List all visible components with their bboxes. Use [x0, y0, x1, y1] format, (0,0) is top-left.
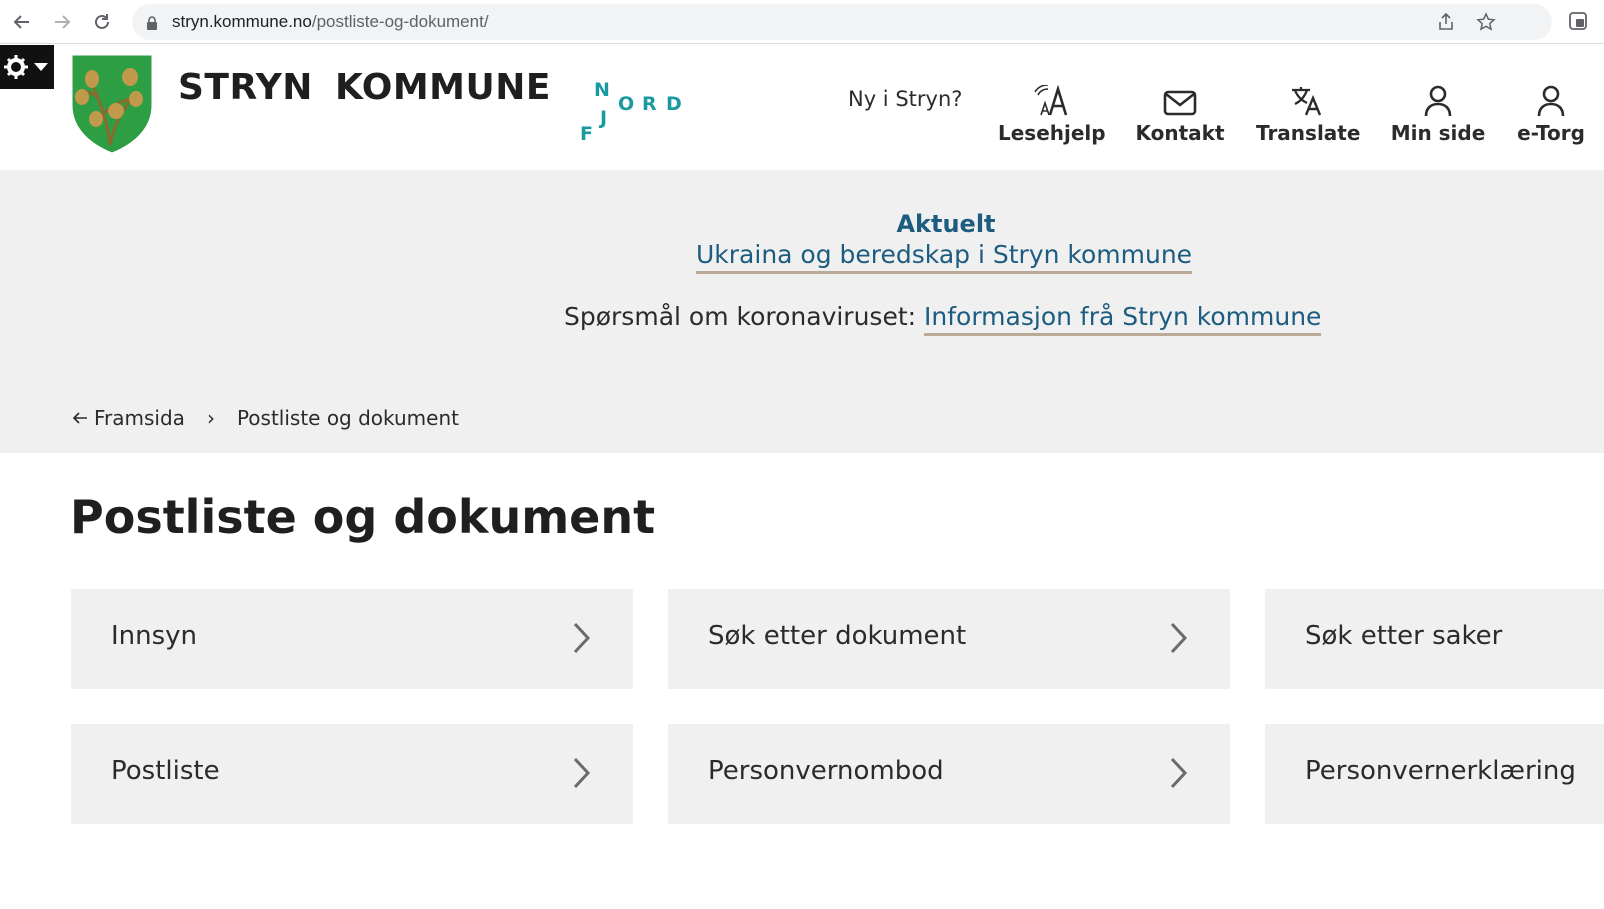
address-bar[interactable]: stryn.kommune.no/postliste-og-dokument/ [132, 4, 1552, 40]
nordfjord-letter-f: F [580, 123, 593, 145]
news-banner: Aktuelt Ukraina og beredskap i Stryn kom… [0, 170, 1604, 453]
corona-text: Spørsmål om koronaviruset: [564, 302, 925, 331]
lock-icon [146, 15, 158, 34]
nordfjord-letter-n: N [594, 79, 610, 101]
browser-toolbar: stryn.kommune.no/postliste-og-dokument/ [0, 0, 1604, 44]
site-header: STRYN KOMMUNE N O R D J F Ny i Stryn? Les… [0, 45, 1604, 170]
translate-icon [1256, 81, 1358, 117]
share-icon[interactable] [1435, 11, 1457, 33]
arrow-left-icon [72, 412, 87, 424]
breadcrumb: Framsida › Postliste og dokument [72, 406, 459, 430]
nordfjord-logo[interactable]: N O R D J F [572, 79, 682, 149]
url-text: stryn.kommune.no/postliste-og-dokument/ [172, 12, 489, 31]
card-label: Søk etter dokument [708, 621, 967, 651]
nordfjord-letter-o: O [618, 93, 635, 115]
user-icon [1390, 81, 1486, 117]
corona-info-link[interactable]: Informasjon frå Stryn kommune [924, 302, 1322, 336]
card-postliste[interactable]: Postliste [71, 724, 633, 824]
chevron-right-icon [1170, 757, 1188, 789]
forward-icon[interactable] [48, 8, 76, 36]
breadcrumb-home-link[interactable]: Framsida [94, 406, 185, 430]
card-label: Personvernerklæring [1305, 756, 1576, 786]
min-side-label: Min side [1390, 121, 1486, 145]
site-title[interactable]: STRYN KOMMUNE [178, 67, 551, 108]
translate-label: Translate [1256, 121, 1361, 145]
card-sok-etter-dokument[interactable]: Søk etter dokument [668, 589, 1230, 689]
gear-icon [4, 55, 48, 79]
card-label: Personvernombod [708, 756, 944, 786]
card-personvernombod[interactable]: Personvernombod [668, 724, 1230, 824]
extension-icon[interactable] [1568, 10, 1590, 32]
nordfjord-letter-r: R [642, 93, 657, 115]
chevron-right-icon [1170, 622, 1188, 654]
reload-icon[interactable] [88, 8, 116, 36]
breadcrumb-current: Postliste og dokument [236, 406, 459, 430]
kontakt-label: Kontakt [1135, 121, 1225, 145]
nordfjord-letter-d: D [666, 93, 682, 115]
card-sok-etter-saker[interactable]: Søk etter saker [1265, 589, 1604, 689]
user-icon [1512, 81, 1590, 117]
card-label: Postliste [111, 756, 220, 786]
corona-notice: Spørsmål om koronaviruset: Informasjon f… [564, 302, 1322, 336]
nordfjord-letter-j: J [600, 107, 608, 129]
card-innsyn[interactable]: Innsyn [71, 589, 633, 689]
page-title: Postliste og dokument [70, 490, 656, 544]
e-torg-button[interactable]: e-Torg [1512, 81, 1590, 145]
min-side-button[interactable]: Min side [1390, 81, 1486, 145]
card-label: Søk etter saker [1305, 621, 1503, 651]
ukraina-link[interactable]: Ukraina og beredskap i Stryn kommune [696, 240, 1193, 274]
accessibility-settings-button[interactable] [0, 45, 54, 89]
chevron-right-icon [573, 622, 591, 654]
card-label: Innsyn [111, 621, 198, 651]
news-heading: Aktuelt [896, 210, 996, 238]
new-in-stryn-link[interactable]: Ny i Stryn? [848, 87, 962, 111]
reading-aid-icon [998, 81, 1104, 117]
star-icon[interactable] [1475, 11, 1497, 33]
back-icon[interactable] [8, 8, 36, 36]
stryn-crest-logo[interactable] [70, 53, 154, 155]
e-torg-label: e-Torg [1517, 121, 1585, 145]
breadcrumb-chevron-icon: › [206, 406, 215, 430]
lesehjelp-button[interactable]: Lesehjelp [998, 81, 1106, 145]
chevron-right-icon [573, 757, 591, 789]
mail-icon [1134, 81, 1226, 117]
lesehjelp-label: Lesehjelp [998, 121, 1106, 145]
translate-button[interactable]: Translate [1256, 81, 1361, 145]
kontakt-button[interactable]: Kontakt [1134, 81, 1226, 145]
card-personvernerklaering[interactable]: Personvernerklæring [1265, 724, 1604, 824]
